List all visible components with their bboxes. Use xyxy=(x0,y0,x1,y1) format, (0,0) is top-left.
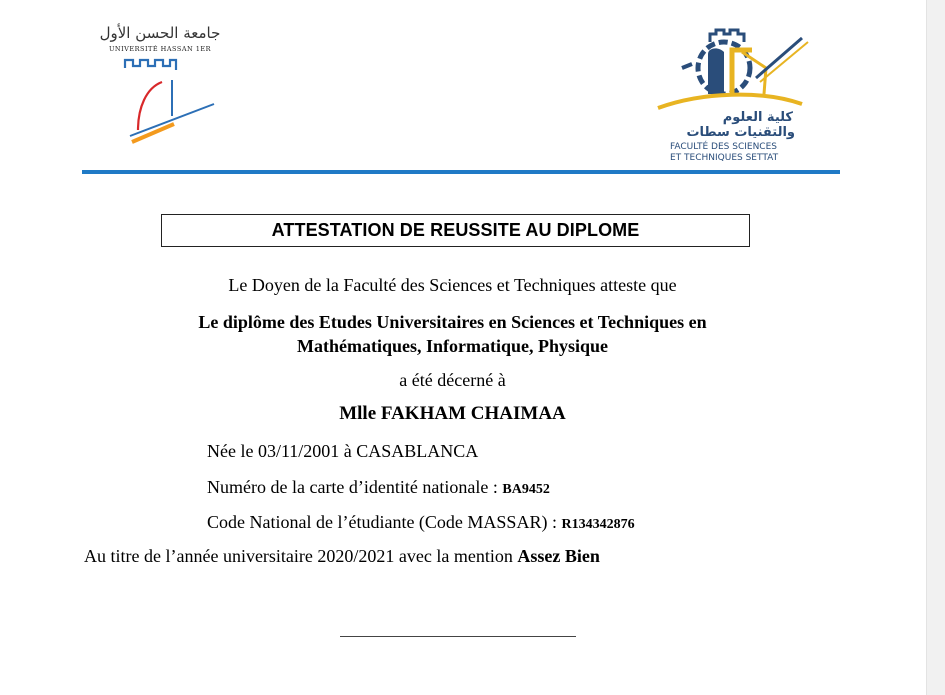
faculty-name-fr-line1: FACULTÉ DES SCIENCES xyxy=(670,142,777,152)
faculty-name-fr-line2: ET TECHNIQUES SETTAT xyxy=(670,153,779,163)
cin-value: BA9452 xyxy=(502,482,550,497)
document-page: جامعة الحسن الأول UNIVERSITÉ HASSAN 1ER xyxy=(0,0,926,695)
cin-row: Numéro de la carte d’identité nationale … xyxy=(207,476,550,501)
massar-row: Code National de l’étudiante (Code MASSA… xyxy=(207,511,635,536)
faculty-emblem-icon xyxy=(657,28,809,110)
cin-label: Numéro de la carte d’identité nationale … xyxy=(207,477,503,497)
intro-text: Le Doyen de la Faculté des Sciences et T… xyxy=(228,275,677,295)
university-emblem-icon xyxy=(123,58,215,144)
document-title-box: ATTESTATION DE REUSSITE AU DIPLOME xyxy=(161,214,750,247)
faculty-logo: كلية العلوم والتقنيات سطات FACULTÉ DES S… xyxy=(652,24,817,172)
massar-value: R134342876 xyxy=(561,517,635,532)
birth-info: Née le 03/11/2001 à CASABLANCA xyxy=(207,441,479,461)
university-name-ar: جامعة الحسن الأول xyxy=(99,24,221,42)
document-title: ATTESTATION DE REUSSITE AU DIPLOME xyxy=(271,220,640,240)
academic-year-text: Au titre de l’année universitaire 2020/2… xyxy=(84,546,518,566)
diploma-line-2: Mathématiques, Informatique, Physique xyxy=(296,336,608,356)
recipient-name: Mlle FAKHAM CHAIMAA xyxy=(339,403,566,424)
university-logo: جامعة الحسن الأول UNIVERSITÉ HASSAN 1ER xyxy=(90,24,230,146)
faculty-name-ar-line2: والتقنيات سطات xyxy=(686,125,795,140)
faculty-name-ar-line1: كلية العلوم xyxy=(722,110,793,125)
university-name-fr: UNIVERSITÉ HASSAN 1ER xyxy=(108,45,212,53)
academic-year-row: Au titre de l’année universitaire 2020/2… xyxy=(84,545,600,567)
viewer-margin xyxy=(926,0,945,695)
header-separator xyxy=(82,170,840,174)
massar-label: Code National de l’étudiante (Code MASSA… xyxy=(207,512,562,532)
mention-value: Assez Bien xyxy=(517,546,600,566)
awarded-text: a été décerné à xyxy=(399,370,506,390)
diploma-line-1: Le diplôme des Etudes Universitaires en … xyxy=(198,312,707,332)
signature-line xyxy=(340,636,576,637)
